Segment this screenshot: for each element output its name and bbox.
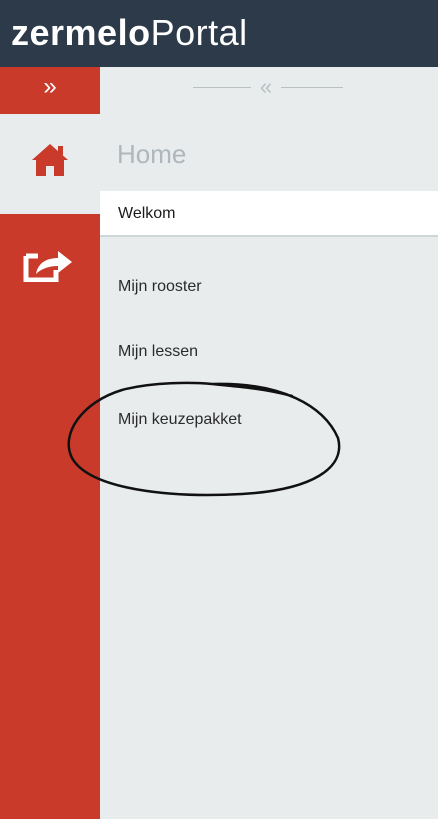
divider-line [193, 87, 251, 88]
rail-item-home[interactable] [0, 114, 100, 214]
menu-item-mijn-rooster[interactable]: Mijn rooster [100, 264, 438, 310]
share-icon [23, 251, 72, 282]
section-title: Home [117, 139, 187, 169]
app-header: zermeloPortal [0, 0, 438, 67]
expand-menu-button[interactable]: » [0, 67, 100, 114]
rail-item-share[interactable] [0, 234, 100, 294]
zermelo-portal-logo[interactable]: zermeloPortal [11, 11, 248, 55]
logo-brand-text: zermelo [11, 12, 151, 53]
left-rail: » [0, 67, 100, 819]
menu-item-mijn-keuzepakket[interactable]: Mijn keuzepakket [100, 397, 438, 443]
logo-product-text: Portal [150, 12, 248, 53]
home-icon [32, 144, 68, 176]
collapse-menu-button[interactable]: « [193, 73, 343, 101]
side-navigation-panel: « Home Welkom Mijn rooster Mijn lessen M… [100, 67, 438, 819]
divider-line [281, 87, 343, 88]
menu-item-welkom[interactable]: Welkom [100, 191, 438, 237]
double-chevron-left-icon: « [259, 74, 273, 99]
menu-item-mijn-lessen[interactable]: Mijn lessen [100, 329, 438, 375]
